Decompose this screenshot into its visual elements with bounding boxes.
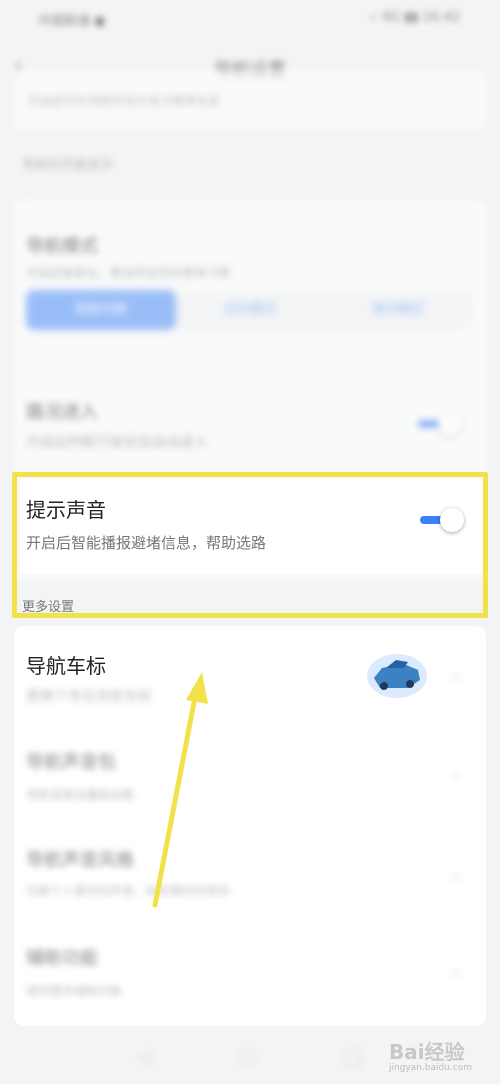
auto-enter-title: 路况进入 bbox=[26, 402, 98, 423]
chevron-right-icon: › bbox=[452, 960, 460, 984]
car-icon[interactable] bbox=[364, 648, 430, 700]
more-desc: 提供更多辅助功能 bbox=[26, 984, 123, 998]
car-icon-title: 导航车标 bbox=[26, 654, 106, 678]
carrier-label: 中国联通 ● bbox=[38, 14, 106, 29]
segment-auto[interactable]: 智能切换 bbox=[26, 290, 176, 330]
auto-enter-desc: 开启后判断行驶状态自动进入 bbox=[26, 435, 208, 451]
auto-enter-toggle[interactable] bbox=[418, 412, 462, 436]
auto-mode-title: 导航模式 bbox=[26, 236, 98, 257]
section-label: 导航时页面显示 bbox=[22, 158, 114, 173]
highlight-box bbox=[12, 472, 488, 618]
segment-day[interactable]: 白天模式 bbox=[176, 290, 324, 330]
voice-desc: 导航语音包播放设置 bbox=[26, 788, 135, 802]
row-description: 开启后可在导航时显示电子眼等信息 bbox=[28, 94, 221, 108]
voice-style-title: 导航声音风格 bbox=[26, 850, 134, 871]
back-nav-icon[interactable]: ◁ bbox=[136, 1044, 151, 1068]
car-icon-desc: 更换个性化导航车标 bbox=[26, 689, 152, 705]
chevron-right-icon: › bbox=[452, 864, 460, 888]
voice-title: 导航声音包 bbox=[26, 752, 116, 773]
watermark-text: Bai经验 bbox=[388, 1040, 465, 1064]
recent-nav-icon[interactable]: □ bbox=[344, 1044, 363, 1068]
mode-segmented-control: 智能切换 白天模式 夜间模式 bbox=[26, 290, 472, 330]
voice-style-desc: 切换个人喜欢的声音，给你更好的体验 bbox=[26, 884, 231, 898]
watermark: Bai经验 jingyan.baidu.com bbox=[389, 1036, 472, 1073]
home-nav-icon[interactable]: ○ bbox=[238, 1044, 255, 1068]
settings-card-top: 开启后可在导航时显示电子眼等信息 bbox=[14, 70, 486, 130]
watermark-sub: jingyan.baidu.com bbox=[388, 1063, 472, 1073]
chevron-right-icon: › bbox=[452, 764, 460, 788]
chevron-right-icon: › bbox=[452, 664, 460, 688]
segment-night[interactable]: 夜间模式 bbox=[324, 290, 472, 330]
more-title: 辅助功能 bbox=[26, 948, 98, 969]
auto-mode-desc: 开启后智能化，更加符合您的使用习惯 bbox=[26, 266, 231, 280]
status-bar: 中国联通 ● ⌁ 4G ▮▮ 16:42 bbox=[0, 0, 500, 40]
status-icons: ⌁ 4G ▮▮ 16:42 bbox=[369, 10, 460, 25]
